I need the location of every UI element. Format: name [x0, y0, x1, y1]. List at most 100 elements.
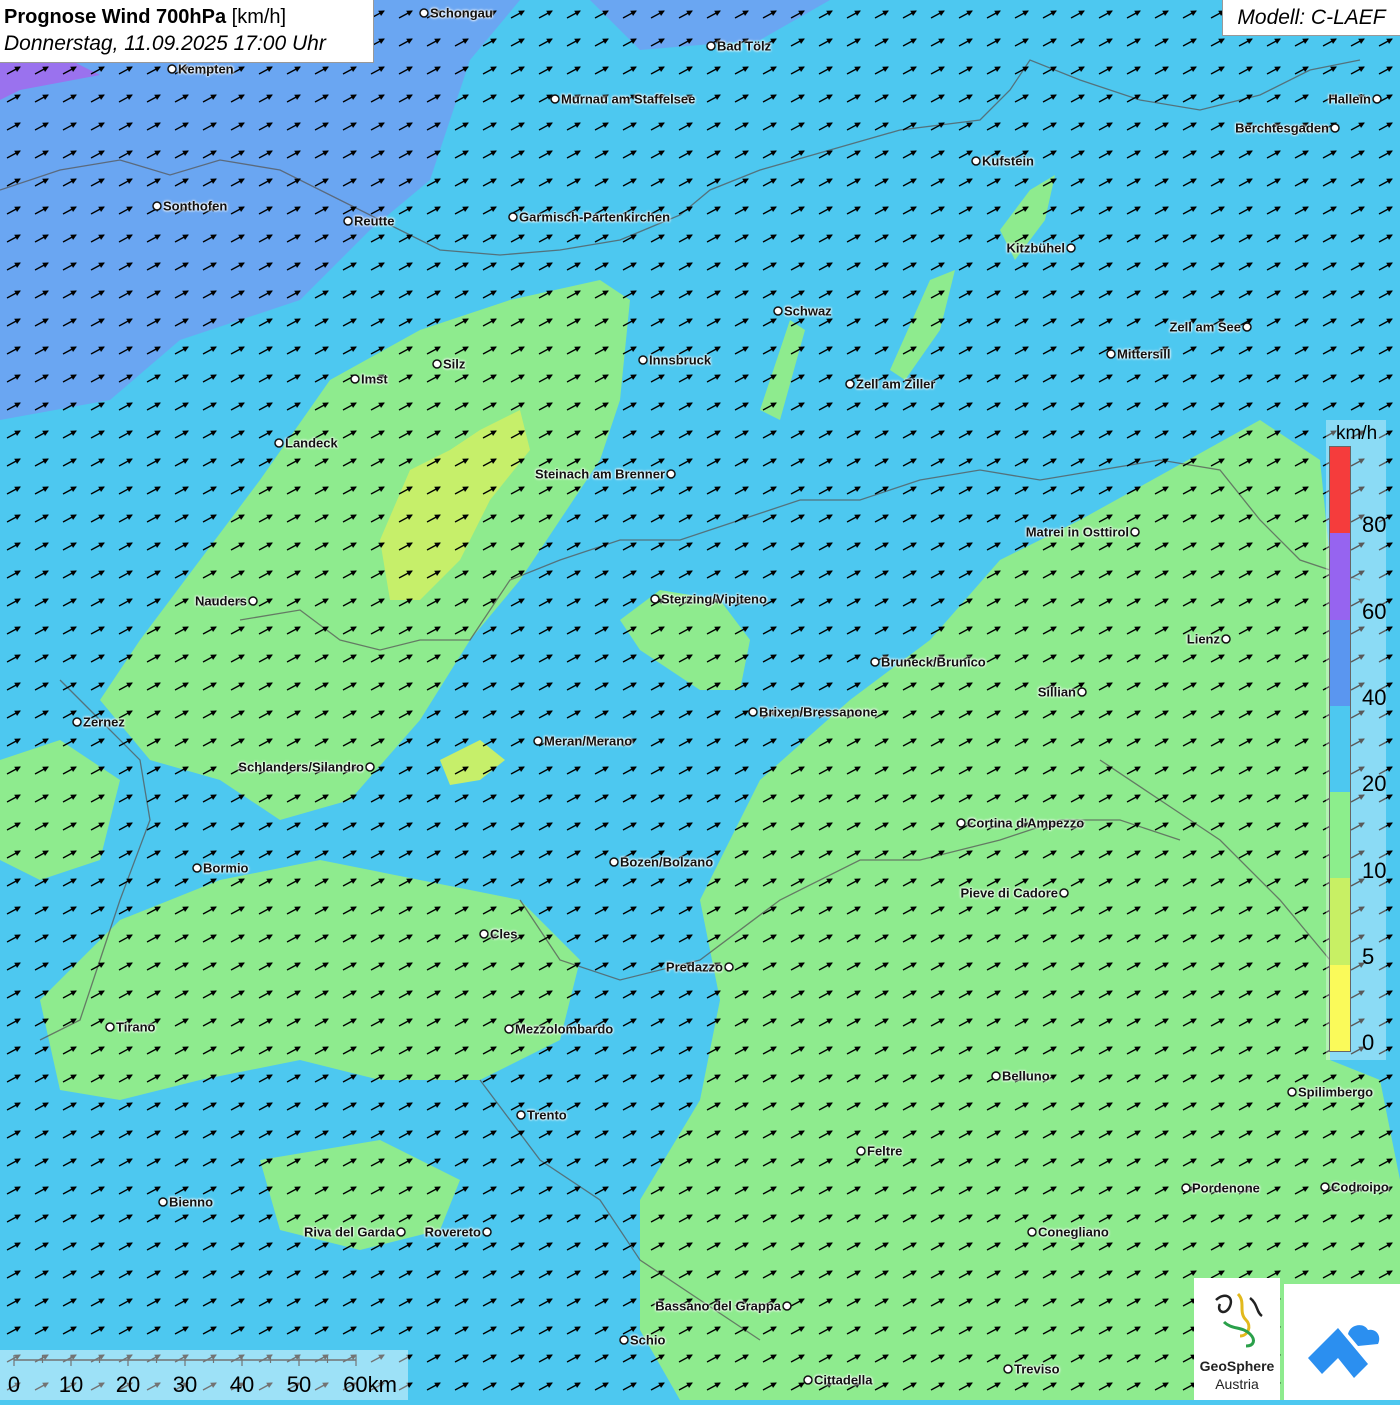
city-marker	[274, 438, 284, 448]
city-label: Murnau am Staffelsee	[561, 91, 696, 107]
legend-color-bar	[1329, 446, 1351, 1052]
city-label: Steinach am Brenner	[534, 466, 665, 482]
map-title-main: Prognose Wind 700hPa	[4, 6, 227, 28]
legend-color-segment	[1330, 964, 1350, 1051]
city-label: Bormio	[203, 860, 249, 876]
city-marker	[533, 736, 543, 746]
geosphere-country: Austria	[1215, 1376, 1259, 1392]
city-marker	[167, 64, 177, 74]
city-marker	[609, 857, 619, 867]
city-marker	[856, 1146, 866, 1156]
city-label: Mezzolombardo	[515, 1021, 614, 1037]
geosphere-logo: GeoSphere Austria	[1194, 1278, 1280, 1400]
city-label: Bienno	[169, 1194, 214, 1210]
city-marker	[72, 717, 82, 727]
scale-bar-label: 20	[115, 1372, 141, 1397]
legend-tick-label: 40	[1362, 684, 1387, 710]
city-marker	[971, 156, 981, 166]
title-box: Prognose Wind 700hPa [km/h] Donnerstag, …	[0, 0, 374, 63]
city-marker	[1066, 243, 1076, 253]
city-label: Matrei in Osttirol	[1025, 524, 1129, 540]
legend-unit: km/h	[1336, 423, 1378, 444]
city-marker	[956, 818, 966, 828]
city-label: Kempten	[178, 61, 234, 77]
city-marker	[1221, 634, 1231, 644]
city-label: Zell am Ziller	[856, 376, 936, 392]
city-label: Innsbruck	[649, 352, 712, 368]
legend-color-segment	[1330, 447, 1350, 534]
city-label: Meran/Merano	[544, 733, 633, 749]
city-marker	[724, 962, 734, 972]
city-label: Sonthofen	[163, 198, 228, 214]
city-marker	[152, 201, 162, 211]
city-marker	[504, 1024, 514, 1034]
city-marker	[482, 1227, 492, 1237]
city-marker	[1130, 527, 1140, 537]
city-label: Rovereto	[424, 1224, 481, 1240]
scale-bar-label: 50	[286, 1372, 312, 1397]
legend-tick-label: 0	[1362, 1030, 1375, 1056]
legend-color-segment	[1330, 533, 1350, 620]
city-label: Bozen/Bolzano	[620, 854, 714, 870]
map-datetime: Donnerstag, 11.09.2025 17:00 Uhr	[4, 32, 326, 55]
city-marker	[158, 1197, 168, 1207]
legend-tick-label: 10	[1362, 857, 1387, 883]
geosphere-emblem-icon	[1215, 1292, 1263, 1348]
city-marker	[1077, 687, 1087, 697]
city-marker	[991, 1071, 1001, 1081]
map-title: Prognose Wind 700hPa [km/h]	[4, 4, 373, 30]
city-marker	[192, 863, 202, 873]
city-label: Silz	[443, 356, 466, 372]
city-label: Bad Tölz	[717, 38, 772, 54]
city-label: Garmisch-Partenkirchen	[519, 209, 671, 225]
city-marker	[550, 94, 560, 104]
city-label: Schlanders/Silandro	[238, 759, 364, 775]
city-label: Cles	[490, 926, 518, 942]
city-label: Bassano del Grappa	[655, 1298, 781, 1314]
city-label: Schwaz	[784, 303, 832, 319]
city-marker	[508, 212, 518, 222]
city-marker	[343, 216, 353, 226]
city-marker	[248, 596, 258, 606]
map-title-unit: [km/h]	[226, 6, 287, 28]
city-label: Cittadella	[814, 1372, 873, 1388]
city-marker	[666, 469, 676, 479]
city-marker	[1242, 322, 1252, 332]
legend-color-segment	[1330, 705, 1350, 793]
city-label: Treviso	[1014, 1361, 1060, 1377]
city-marker	[1059, 888, 1069, 898]
color-legend: km/h 0 5 10 20 40 60 80	[1326, 420, 1386, 1060]
city-marker	[1287, 1087, 1297, 1097]
city-label: Kufstein	[982, 153, 1034, 169]
city-marker	[479, 929, 489, 939]
legend-color-segment	[1330, 878, 1350, 965]
city-label: Sterzing/Vipiteno	[661, 591, 767, 607]
city-marker	[1027, 1227, 1037, 1237]
city-marker	[1372, 94, 1382, 104]
city-label: Kitzbühel	[1006, 240, 1066, 256]
city-marker	[706, 41, 716, 51]
city-marker	[432, 359, 442, 369]
scale-bar-label: 10	[58, 1372, 84, 1397]
city-label: Spilimbergo	[1298, 1084, 1374, 1100]
city-label: Schio	[630, 1332, 666, 1348]
city-marker	[748, 707, 758, 717]
city-marker	[365, 762, 375, 772]
city-label: Bruneck/Brunico	[881, 654, 986, 670]
city-label: Riva del Garda	[303, 1224, 395, 1240]
scale-bar-label: 0	[7, 1372, 21, 1397]
city-marker	[1330, 123, 1340, 133]
app-logo	[1284, 1284, 1400, 1400]
legend-color-segment	[1330, 792, 1350, 879]
city-label: Codroipo	[1331, 1179, 1389, 1195]
scale-bar-label: 30	[172, 1372, 198, 1397]
city-marker	[1003, 1364, 1013, 1374]
city-label: Pieve di Cadore	[960, 885, 1058, 901]
city-label: Brixen/Bressanone	[759, 704, 878, 720]
city-marker	[350, 374, 360, 384]
mountain-cloud-icon	[1308, 1325, 1380, 1378]
scale-bar: 0 10 20 30 40 50 60km	[0, 1350, 408, 1400]
city-label: Zell am See	[1169, 319, 1241, 335]
city-marker	[105, 1022, 115, 1032]
city-marker	[419, 8, 429, 18]
